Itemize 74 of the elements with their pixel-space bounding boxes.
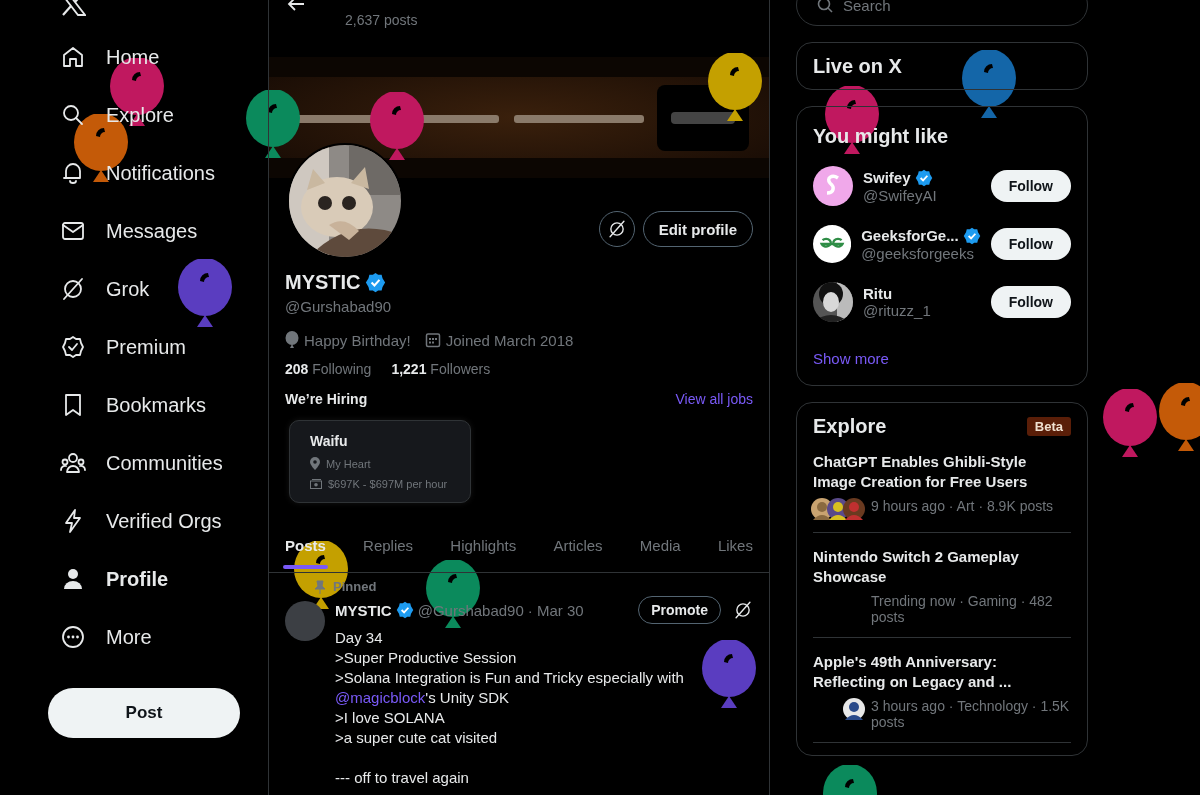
nav-item[interactable]: Messages	[48, 202, 268, 260]
user-avatar	[813, 224, 852, 264]
job-card[interactable]: Waifu My Heart $697K - $697M per hour	[289, 420, 471, 503]
trend-meta: 3 hours ago · Technology · 1.5K posts	[871, 698, 1071, 730]
grok-icon	[733, 600, 753, 620]
job-title: Waifu	[310, 433, 349, 449]
grok-icon	[60, 276, 86, 302]
nav-item[interactable]: Premium	[48, 318, 268, 376]
nav-item[interactable]: Home	[48, 28, 268, 86]
user-avatar	[813, 166, 853, 206]
beta-badge: Beta	[1026, 417, 1071, 436]
home-icon	[60, 44, 86, 70]
show-more-link[interactable]: Show more	[813, 350, 1071, 373]
joined-date: Joined March 2018	[445, 331, 574, 349]
more-icon	[60, 624, 86, 650]
balloon-icon	[702, 640, 756, 710]
badge-icon	[60, 334, 86, 360]
balloon-icon	[285, 331, 299, 349]
trend-meta: Trending now · Gaming · 482 posts	[871, 593, 1054, 625]
section-title: We’re Hiring	[285, 391, 368, 407]
balloon-icon	[178, 259, 232, 329]
nav-item[interactable]: Grok	[48, 260, 268, 318]
user-name[interactable]: Swifey	[863, 169, 911, 186]
birthday-text: Happy Birthday!	[304, 331, 411, 349]
location-pin-icon	[310, 457, 320, 470]
user-handle: @geeksforgeeks	[861, 244, 975, 262]
trend-title[interactable]: Apple's 49th Anniversary: Reflecting on Legacy and ...	[813, 652, 1071, 692]
money-icon	[310, 479, 322, 489]
nav-item[interactable]: Profile	[48, 550, 268, 608]
profile-name: MYSTIC	[285, 271, 361, 294]
following-link[interactable]: 208 Following	[285, 361, 372, 377]
post-date: · Mar 30	[527, 601, 584, 619]
followers-link[interactable]: 1,221 Followers	[391, 361, 491, 377]
nav-item[interactable]: Bookmarks	[48, 376, 268, 434]
user-handle: @rituzz_1	[863, 302, 932, 319]
search-icon	[817, 0, 833, 13]
post-text: Day 34 >Super Productive Session >Solana Integration is Fun and Tricky especially with @magicblock's Unity SDK >I love SOLANA >a super cute cat visited --- off to travel again	[335, 628, 684, 788]
job-location: My Heart	[326, 457, 371, 470]
balloon-icon	[962, 50, 1016, 120]
user-name[interactable]: GeeksforGe...	[861, 227, 959, 244]
mention-link[interactable]: @magicblock	[335, 689, 426, 706]
calendar-icon	[424, 332, 441, 348]
people-icon	[60, 450, 86, 476]
user-name[interactable]: Ritu	[863, 285, 893, 302]
nav-item[interactable]: Notifications	[48, 144, 268, 202]
profile-tab[interactable]: Likes	[717, 519, 753, 572]
profile-tab[interactable]: Media	[639, 519, 681, 572]
search-icon	[60, 102, 86, 128]
user-handle: @SwifeyAI	[863, 186, 938, 204]
post-avatar	[285, 601, 325, 641]
card-title: Live on X	[813, 54, 902, 78]
balloon-icon	[1103, 389, 1157, 459]
profile-tab[interactable]: Articles	[553, 519, 603, 572]
trend-meta: 9 hours ago · Art · 8.9K posts	[871, 498, 1054, 514]
trend-title[interactable]: Nintendo Switch 2 Gameplay Showcase	[813, 547, 1071, 587]
profile-tab[interactable]: Replies	[363, 519, 414, 572]
card-title: Explore	[813, 415, 887, 438]
follow-button[interactable]: Follow	[990, 286, 1071, 318]
job-salary: $697K - $697M per hour	[328, 478, 448, 490]
grok-icon	[606, 219, 627, 239]
nav-item[interactable]: Communities	[48, 434, 268, 492]
follow-button[interactable]: Follow	[990, 228, 1071, 260]
pin-icon	[313, 579, 327, 594]
author-name: MYSTIC	[335, 601, 392, 619]
post-count: 2,637 posts	[345, 12, 418, 28]
nav-item[interactable]: More	[48, 608, 268, 666]
trend-title[interactable]: ChatGPT Enables Ghibli-Style Image Creation for Free Users	[813, 452, 1071, 492]
back-arrow-icon[interactable]	[287, 0, 305, 12]
follow-button[interactable]: Follow	[990, 170, 1071, 202]
profile-tab[interactable]: Highlights	[450, 519, 517, 572]
nav-item[interactable]: Verified Orgs	[48, 492, 268, 550]
post-button[interactable]: Post	[48, 688, 240, 738]
view-all-jobs-link[interactable]: View all jobs	[675, 391, 753, 407]
profile-handle: @Gurshabad90	[285, 298, 393, 315]
